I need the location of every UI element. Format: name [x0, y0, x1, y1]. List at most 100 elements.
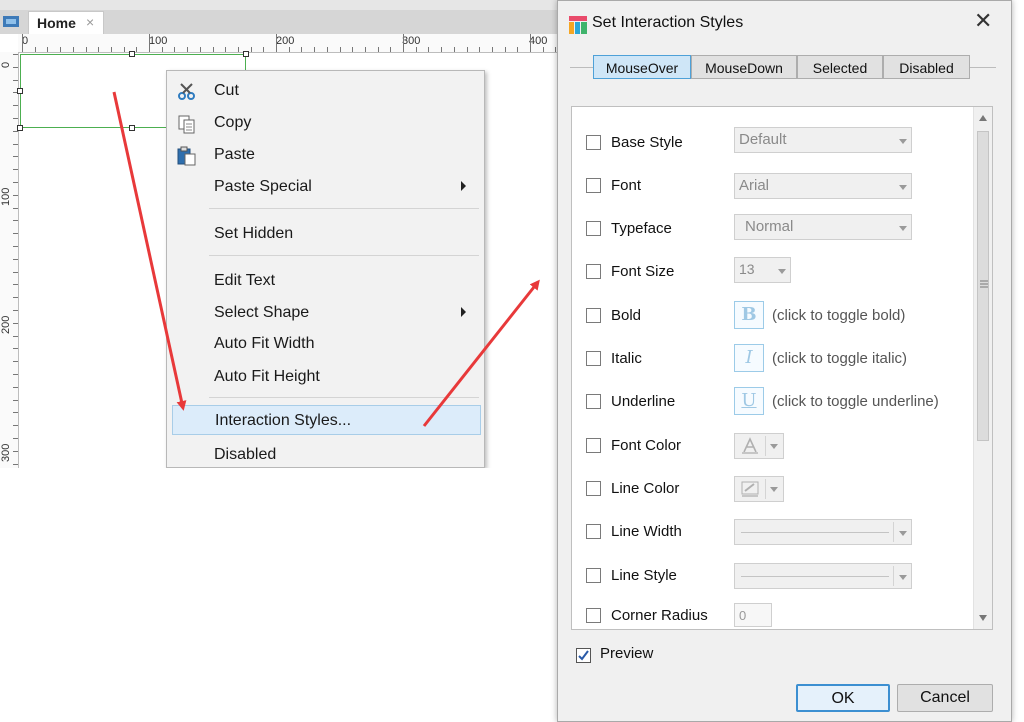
preview-label: Preview	[600, 645, 654, 662]
ruler-tick	[13, 258, 18, 260]
tab-mousedown[interactable]: MouseDown	[691, 55, 797, 79]
underline-toggle-button[interactable]: U	[734, 387, 764, 415]
row-label: Font	[611, 177, 642, 194]
row-font-size: Font Size 13	[572, 257, 972, 287]
row-label: Bold	[611, 307, 642, 324]
ruler-tick	[542, 47, 544, 52]
italic-toggle-button[interactable]: I	[734, 344, 764, 372]
menu-item-auto-fit-height[interactable]: Auto Fit Height	[167, 362, 484, 392]
font-color-picker[interactable]	[734, 433, 784, 459]
ruler-tick	[530, 34, 531, 52]
menu-item-label: Select Shape	[214, 304, 310, 321]
dropdown-value: 13	[739, 261, 755, 277]
bold-toggle-button[interactable]: B	[734, 301, 764, 329]
typeface-dropdown[interactable]: Normal	[734, 214, 912, 240]
context-menu: Cut Copy Paste Paste Special Set Hidden …	[166, 70, 485, 468]
preview-checkbox[interactable]	[576, 648, 591, 663]
tab-home[interactable]: Home ×	[28, 11, 104, 34]
vertical-scrollbar[interactable]	[973, 107, 992, 629]
font-size-dropdown[interactable]: 13	[734, 257, 791, 283]
cancel-button[interactable]: Cancel	[897, 684, 993, 712]
base-style-dropdown[interactable]: Default	[734, 127, 912, 153]
ruler-tick	[403, 34, 404, 52]
ruler-tick	[13, 463, 18, 465]
row-font: Font Arial	[572, 171, 972, 201]
menu-item-label: Paste	[214, 146, 255, 163]
ruler-tick	[149, 34, 150, 52]
line-color-picker[interactable]	[734, 476, 784, 502]
row-base-style: Base Style Default	[572, 127, 972, 158]
line-preview	[741, 532, 889, 533]
menu-item-cut[interactable]: Cut	[167, 76, 484, 106]
row-italic: Italic I (click to toggle italic)	[572, 344, 972, 374]
row-bold: Bold B (click to toggle bold)	[572, 301, 972, 331]
ruler-tick	[13, 284, 18, 286]
resize-handle[interactable]	[17, 88, 23, 94]
ruler-label: 0	[0, 61, 12, 68]
tab-close-icon[interactable]: ×	[86, 14, 94, 30]
chevron-down-icon	[770, 444, 778, 449]
menu-item-edit-text[interactable]: Edit Text	[167, 266, 484, 296]
menu-separator	[209, 397, 479, 398]
italic-checkbox[interactable]	[586, 351, 601, 366]
editor-canvas[interactable]: Home × 0 100 200 300 400 0 100 200 300 C…	[0, 0, 557, 468]
scroll-down-icon[interactable]	[979, 615, 987, 621]
menu-item-auto-fit-width[interactable]: Auto Fit Width	[167, 329, 484, 359]
menu-item-label: Edit Text	[214, 272, 276, 289]
ruler-tick	[326, 47, 328, 52]
menu-item-label: Copy	[214, 114, 252, 131]
font-checkbox[interactable]	[586, 178, 601, 193]
line-color-checkbox[interactable]	[586, 481, 601, 496]
menu-item-select-shape[interactable]: Select Shape	[167, 298, 484, 328]
resize-handle[interactable]	[17, 125, 23, 131]
ruler-label: 200	[276, 35, 295, 47]
tab-disabled[interactable]: Disabled	[883, 55, 970, 79]
ruler-tick	[377, 47, 379, 52]
line-width-dropdown[interactable]	[734, 519, 912, 545]
tab-divider	[570, 67, 594, 68]
ruler-tick	[237, 47, 239, 52]
font-dropdown[interactable]: Arial	[734, 173, 912, 199]
row-label: Line Width	[611, 523, 682, 540]
typeface-checkbox[interactable]	[586, 221, 601, 236]
underline-checkbox[interactable]	[586, 394, 601, 409]
ruler-tick	[13, 271, 18, 273]
bold-checkbox[interactable]	[586, 308, 601, 323]
menu-item-copy[interactable]: Copy	[167, 108, 484, 138]
base-style-checkbox[interactable]	[586, 135, 601, 150]
ok-button[interactable]: OK	[796, 684, 890, 712]
chevron-down-icon	[778, 269, 786, 274]
ruler-tick	[47, 47, 49, 52]
ruler-tick	[13, 169, 18, 171]
menu-item-interaction-styles[interactable]: Interaction Styles...	[172, 405, 481, 435]
line-style-dropdown[interactable]	[734, 563, 912, 589]
scroll-thumb[interactable]	[977, 131, 989, 441]
ruler-tick	[13, 233, 18, 235]
ruler-label: 100	[0, 187, 12, 206]
resize-handle[interactable]	[129, 125, 135, 131]
font-color-checkbox[interactable]	[586, 438, 601, 453]
menu-item-paste-special[interactable]: Paste Special	[167, 172, 484, 202]
ruler-tick	[187, 47, 189, 52]
ruler-tick	[13, 310, 18, 311]
scroll-up-icon[interactable]	[979, 115, 987, 121]
corner-radius-input[interactable]: 0	[734, 603, 772, 627]
resize-handle[interactable]	[243, 51, 249, 57]
app-icon	[3, 16, 19, 27]
font-size-checkbox[interactable]	[586, 264, 601, 279]
resize-handle[interactable]	[129, 51, 135, 57]
line-width-checkbox[interactable]	[586, 524, 601, 539]
ruler-tick	[212, 47, 214, 52]
menu-item-paste[interactable]: Paste	[167, 140, 484, 170]
line-style-checkbox[interactable]	[586, 568, 601, 583]
menu-item-disabled[interactable]: Disabled	[167, 440, 484, 468]
ruler-label: 200	[0, 315, 12, 334]
close-icon[interactable]: ✕	[974, 9, 992, 33]
ruler-tick	[263, 47, 265, 52]
menu-item-set-hidden[interactable]: Set Hidden	[167, 219, 484, 249]
corner-radius-checkbox[interactable]	[586, 608, 601, 623]
chevron-down-icon	[899, 185, 907, 190]
tab-selected[interactable]: Selected	[797, 55, 883, 79]
tab-mouseover[interactable]: MouseOver	[593, 55, 691, 79]
ruler-tick	[13, 335, 18, 337]
